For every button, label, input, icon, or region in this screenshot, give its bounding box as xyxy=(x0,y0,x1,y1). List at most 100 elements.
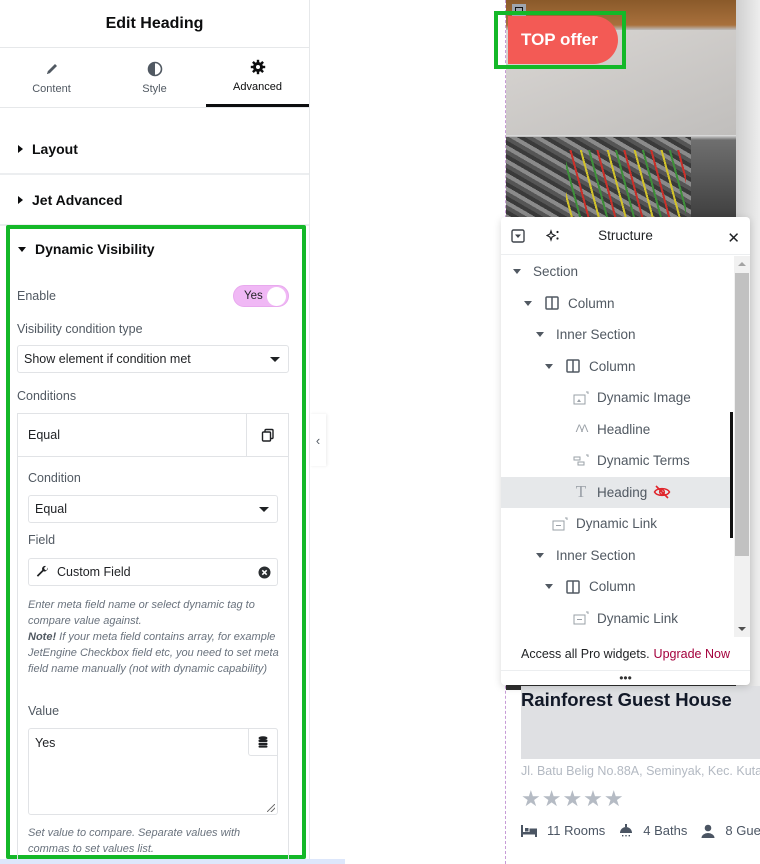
condition-item-title[interactable]: Equal xyxy=(18,414,246,456)
wrench-icon xyxy=(36,565,48,577)
tree-item-label: Dynamic Image xyxy=(597,390,691,406)
structure-tree: Section Column Inner Section Column Dyna… xyxy=(501,256,733,637)
dynamic-image-icon xyxy=(573,390,589,406)
section-layout-label: Layout xyxy=(32,140,78,157)
person-icon xyxy=(701,824,715,838)
duplicate-button[interactable] xyxy=(246,414,288,456)
panel-footer-bar xyxy=(0,859,345,864)
tree-item-label: Inner Section xyxy=(556,547,636,563)
column-icon xyxy=(544,295,560,311)
bed-icon xyxy=(521,824,537,837)
tree-item-section[interactable]: Section xyxy=(501,256,733,288)
tab-style[interactable]: Style xyxy=(103,48,206,107)
amenity-guests-label: 8 Guests xyxy=(725,823,760,838)
value-textarea[interactable]: Yes xyxy=(28,728,278,815)
dropdown-arrow-icon xyxy=(259,506,269,512)
collapse-panel-button[interactable]: ‹ xyxy=(310,414,326,466)
enable-toggle[interactable]: Yes xyxy=(233,285,289,307)
tree-item-heading[interactable]: T Heading xyxy=(501,476,733,508)
dynamic-link-icon xyxy=(552,516,568,532)
tab-advanced-label: Advanced xyxy=(233,81,282,93)
tab-advanced[interactable]: Advanced xyxy=(206,48,309,107)
enable-row: Enable Yes xyxy=(17,285,289,307)
close-structure-button[interactable]: ✕ xyxy=(727,229,740,247)
pencil-icon xyxy=(46,63,57,74)
caret-right-icon xyxy=(18,195,23,204)
tree-item-column[interactable]: Column xyxy=(501,351,733,383)
caret-right-icon xyxy=(18,144,23,153)
tree-item-label: Section xyxy=(533,264,579,280)
close-icon: ✕ xyxy=(727,230,740,247)
collapse-all-button[interactable] xyxy=(511,229,525,243)
tree-item-column[interactable]: Column xyxy=(501,571,733,603)
structure-panel: Structure ✕ Section Column Inner Section xyxy=(501,217,750,685)
value-help-text: Set value to compare. Separate values wi… xyxy=(28,827,241,855)
tree-caret-icon xyxy=(536,552,544,558)
field-input-value: Custom Field xyxy=(57,565,131,579)
headline-icon: ΛΛ xyxy=(575,423,589,436)
tree-caret-icon xyxy=(513,269,521,275)
scrollbar-thumb[interactable] xyxy=(735,273,749,556)
tab-content[interactable]: Content xyxy=(0,48,103,107)
tab-style-label: Style xyxy=(142,82,167,95)
section-layout[interactable]: Layout xyxy=(0,124,309,175)
dynamic-tags-button[interactable] xyxy=(248,728,278,756)
amenity-rooms-label: 11 Rooms xyxy=(547,823,606,838)
tree-item-inner-section[interactable]: Inner Section xyxy=(501,540,733,572)
section-dynamic-visibility-label: Dynamic Visibility xyxy=(35,241,155,257)
tree-caret-icon xyxy=(524,300,532,306)
gear-icon xyxy=(250,59,265,75)
tree-item-headline[interactable]: ΛΛ Headline xyxy=(501,414,733,446)
half-circle-icon xyxy=(147,61,162,76)
tree-item-column[interactable]: Column xyxy=(501,288,733,320)
ai-structure-button[interactable] xyxy=(546,229,560,242)
enable-toggle-text: Yes xyxy=(244,290,263,302)
structure-scrollbar[interactable] xyxy=(734,256,750,637)
more-options-handle[interactable]: ••• xyxy=(501,671,750,685)
elementor-editor: Edit Heading Content Style Advanced Layo… xyxy=(0,0,760,864)
scroll-down-icon[interactable] xyxy=(738,627,746,631)
visibility-type-value: Show element if condition met xyxy=(24,352,191,366)
pro-upsell: Access all Pro widgets. Upgrade Now xyxy=(501,637,750,671)
section-jet-advanced[interactable]: Jet Advanced xyxy=(0,175,309,226)
condition-select-value: Equal xyxy=(35,502,67,516)
dropdown-arrow-icon xyxy=(270,356,280,362)
tree-item-dynamic-terms[interactable]: Dynamic Terms xyxy=(501,445,733,477)
tree-item-label: Inner Section xyxy=(556,327,636,343)
tree-caret-icon xyxy=(545,584,553,590)
tree-item-label: Dynamic Link xyxy=(597,610,679,626)
dynamic-link-icon xyxy=(573,610,589,626)
panel-tabs: Content Style Advanced xyxy=(0,48,309,108)
amenity-rooms: 11 Rooms xyxy=(521,823,605,838)
visibility-type-select[interactable]: Show element if condition met xyxy=(17,345,289,373)
tree-item-inner-section[interactable]: Inner Section xyxy=(501,319,733,351)
caret-down-icon xyxy=(18,246,26,252)
structure-header: Structure ✕ xyxy=(501,217,750,255)
tree-item-dynamic-image[interactable]: Dynamic Image xyxy=(501,382,733,414)
tree-item-dynamic-link[interactable]: Dynamic Link xyxy=(501,603,733,635)
field-label: Field xyxy=(28,533,56,547)
amenity-baths: 4 Baths xyxy=(619,823,687,838)
field-help-note: Note! xyxy=(28,631,57,643)
collapse-box-icon xyxy=(511,229,525,243)
eye-off-icon[interactable] xyxy=(653,485,671,499)
resize-handle[interactable] xyxy=(267,804,275,812)
tree-item-label: Dynamic Terms xyxy=(597,453,690,469)
card-title-block: Rainforest Guest House xyxy=(521,686,760,759)
field-input[interactable]: Custom Field xyxy=(28,558,278,586)
panel-title: Edit Heading xyxy=(0,0,309,48)
tree-caret-icon xyxy=(545,363,553,369)
clear-icon[interactable] xyxy=(258,566,271,579)
section-dynamic-visibility[interactable]: Dynamic Visibility xyxy=(18,241,155,257)
tree-item-dynamic-link[interactable]: Dynamic Link xyxy=(501,508,733,540)
tree-item-label: Column xyxy=(589,579,636,595)
field-help-text: Enter meta field name or select dynamic … xyxy=(28,597,280,677)
sparkle-icon xyxy=(546,229,559,242)
tree-item-label: Column xyxy=(589,358,636,374)
upgrade-now-link[interactable]: Upgrade Now xyxy=(654,647,730,661)
condition-select[interactable]: Equal xyxy=(28,495,278,523)
column-icon xyxy=(565,358,581,374)
scroll-up-icon[interactable] xyxy=(738,262,746,266)
tree-item-label: Headline xyxy=(597,421,651,437)
pro-upsell-text: Access all Pro widgets. xyxy=(521,646,650,661)
